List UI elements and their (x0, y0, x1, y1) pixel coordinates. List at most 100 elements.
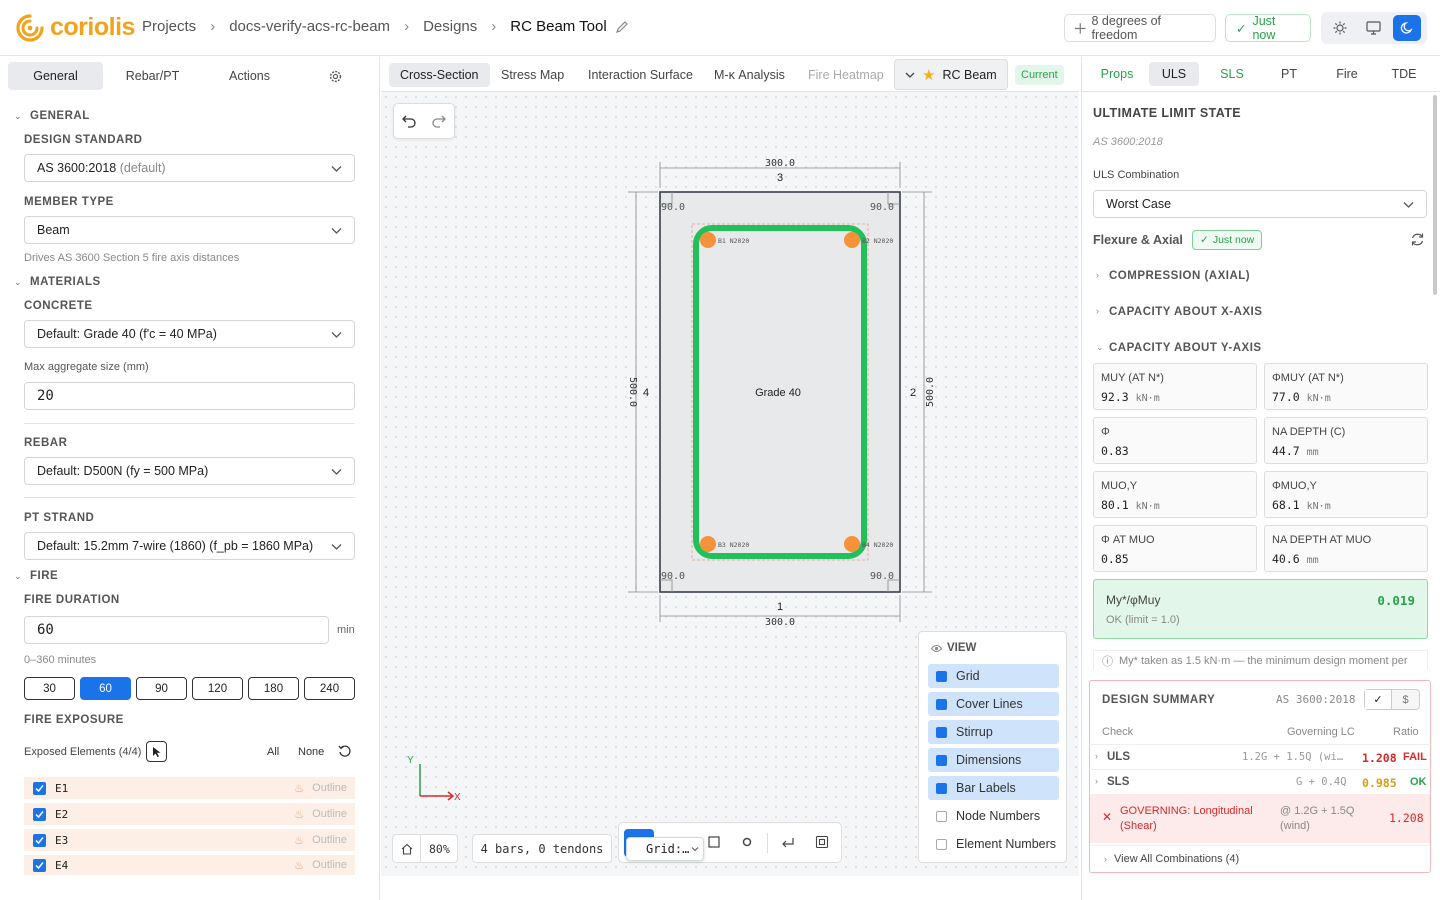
checkbox-checked-icon[interactable] (936, 782, 947, 794)
fire-option-60[interactable]: 60 (80, 677, 131, 700)
checkbox-checked-icon[interactable] (936, 754, 947, 766)
fire-element-row[interactable]: E1 ♨ Outline (24, 777, 355, 799)
section-materials[interactable]: MATERIALS (30, 276, 101, 288)
breadcrumb-projects[interactable]: Projects (142, 18, 196, 35)
design-picker[interactable]: ★ RC Beam (894, 59, 1008, 90)
tab-fire[interactable]: Fire (1322, 62, 1372, 86)
tab-fire-heatmap[interactable]: Fire Heatmap (808, 63, 884, 87)
element-mode[interactable]: Outline (312, 782, 347, 794)
settings-gear-icon[interactable] (320, 62, 350, 90)
fire-element-row[interactable]: E3 ♨ Outline (24, 829, 355, 851)
breadcrumb-project[interactable]: docs-verify-acs-rc-beam (229, 18, 390, 35)
refresh-icon[interactable] (1410, 232, 1425, 250)
section-general[interactable]: GENERAL (30, 110, 90, 122)
element-mode[interactable]: Outline (312, 834, 347, 846)
checkbox-checked-icon[interactable] (33, 781, 46, 795)
fire-option-180[interactable]: 180 (248, 677, 299, 700)
aggregate-input[interactable]: 20 (24, 382, 355, 410)
view-all-combinations[interactable]: › View All Combinations (4) (1090, 845, 1430, 871)
tab-stress-map[interactable]: Stress Map (501, 63, 564, 87)
fire-option-90[interactable]: 90 (136, 677, 187, 700)
chevron-right-icon: › (1095, 751, 1098, 761)
concrete-select[interactable]: Default: Grade 40 (f'c = 40 MPa) (24, 320, 355, 348)
summary-row-sls[interactable]: › SLS G + 0.4Q 0.985 OK (1089, 769, 1431, 794)
fire-option-240[interactable]: 240 (304, 677, 355, 700)
chevron-down-icon[interactable]: ⌄ (14, 111, 22, 122)
moon-icon[interactable] (1393, 15, 1421, 41)
checkbox-checked-icon[interactable] (936, 726, 947, 738)
view-option-grid[interactable]: Grid (928, 664, 1059, 688)
fire-element-row[interactable]: E4 ♨ Outline (24, 855, 355, 875)
view-option-node-numbers[interactable]: Node Numbers (928, 804, 1059, 828)
uls-combination-select[interactable]: Worst Case (1093, 190, 1427, 218)
check-icon[interactable]: ✓ (1365, 690, 1393, 709)
rectangle-tool-icon[interactable] (707, 835, 721, 852)
select-pointer-icon[interactable] (146, 741, 167, 762)
scrollbar[interactable] (1433, 95, 1437, 295)
fire-option-120[interactable]: 120 (192, 677, 243, 700)
tab-interaction-surface[interactable]: Interaction Surface (588, 63, 693, 87)
section-fire[interactable]: FIRE (30, 570, 58, 582)
circle-tool-icon[interactable] (740, 835, 754, 852)
view-option-element-numbers[interactable]: Element Numbers (928, 832, 1059, 856)
view-option-bar-labels[interactable]: Bar Labels (928, 776, 1059, 800)
tab-cross-section[interactable]: Cross-Section (389, 63, 490, 87)
tab-sls[interactable]: SLS (1207, 62, 1257, 86)
dollar-icon[interactable]: $ (1392, 690, 1419, 709)
checkbox-checked-icon[interactable] (936, 670, 947, 682)
chevron-down-icon[interactable]: ⌄ (14, 277, 22, 288)
checkbox-checked-icon[interactable] (936, 698, 947, 710)
enter-icon[interactable] (781, 835, 795, 852)
fit-view-icon[interactable] (815, 835, 829, 852)
tab-general[interactable]: General (8, 62, 103, 90)
summary-row-uls[interactable]: › ULS 1.2G + 1.5Q (wi… 1.208 FAIL (1089, 744, 1431, 769)
app-logo[interactable]: coriolis (16, 13, 135, 42)
chevron-right-icon[interactable]: › (1096, 306, 1099, 316)
checkbox-checked-icon[interactable] (33, 858, 46, 872)
fire-option-30[interactable]: 30 (24, 677, 75, 700)
element-mode[interactable]: Outline (312, 808, 347, 820)
checkbox-unchecked-icon[interactable] (936, 838, 947, 850)
tab-m-k-analysis[interactable]: M-κ Analysis (714, 63, 785, 87)
rebar-select[interactable]: Default: D500N (fy = 500 MPa) (24, 457, 355, 485)
fire-duration-input[interactable]: 60 (24, 616, 329, 644)
reset-icon[interactable] (338, 744, 352, 761)
fire-element-row[interactable]: E2 ♨ Outline (24, 803, 355, 825)
checkbox-checked-icon[interactable] (33, 807, 46, 821)
tab-tde[interactable]: TDE (1379, 62, 1429, 86)
view-option-cover-lines[interactable]: Cover Lines (928, 692, 1059, 716)
pt-strand-select[interactable]: Default: 15.2mm 7-wire (1860) (f_pb = 18… (24, 532, 355, 560)
chevron-down-icon[interactable]: ⌄ (1096, 342, 1104, 353)
breadcrumb-designs[interactable]: Designs (423, 18, 477, 35)
view-option-stirrup[interactable]: Stirrup (928, 720, 1059, 744)
accordion-capacity-y[interactable]: CAPACITY ABOUT Y-AXIS (1109, 342, 1262, 354)
governing-row[interactable]: ✕ GOVERNING: Longitudinal (Shear) @ 1.2G… (1090, 794, 1430, 843)
member-type-select[interactable]: Beam (24, 216, 355, 244)
undo-icon[interactable] (402, 114, 417, 131)
chevron-down-icon[interactable]: ⌄ (14, 571, 22, 582)
accordion-compression[interactable]: COMPRESSION (AXIAL) (1109, 270, 1250, 282)
select-all-link[interactable]: All (267, 746, 279, 758)
checkbox-checked-icon[interactable] (33, 833, 46, 847)
chevron-right-icon[interactable]: › (1096, 270, 1099, 280)
tab-pt[interactable]: PT (1264, 62, 1314, 86)
redo-icon[interactable] (431, 114, 446, 131)
accordion-capacity-x[interactable]: CAPACITY ABOUT X-AXIS (1109, 306, 1262, 318)
home-icon[interactable] (393, 835, 421, 862)
sun-icon[interactable] (1326, 15, 1354, 41)
tab-rebar-pt[interactable]: Rebar/PT (105, 62, 200, 90)
section-drawing[interactable]: 300.0 3 1 300.0 4 2 500.0 500.0 90.0 90.… (600, 140, 960, 645)
view-option-dimensions[interactable]: Dimensions (928, 748, 1059, 772)
element-mode[interactable]: Outline (312, 859, 347, 871)
edit-pencil-icon[interactable] (615, 20, 629, 34)
tab-actions[interactable]: Actions (202, 62, 297, 90)
dof-button[interactable]: 8 degrees of freedom (1064, 14, 1216, 42)
zoom-level[interactable]: 80% (429, 842, 450, 856)
design-standard-select[interactable]: AS 3600:2018 (default) (24, 154, 355, 182)
tab-props[interactable]: Props (1093, 62, 1141, 86)
grid-snap-select[interactable]: Grid:… (626, 837, 704, 861)
monitor-icon[interactable] (1359, 15, 1387, 41)
select-none-link[interactable]: None (298, 746, 324, 758)
checkbox-unchecked-icon[interactable] (936, 810, 947, 822)
tab-uls[interactable]: ULS (1149, 62, 1199, 86)
